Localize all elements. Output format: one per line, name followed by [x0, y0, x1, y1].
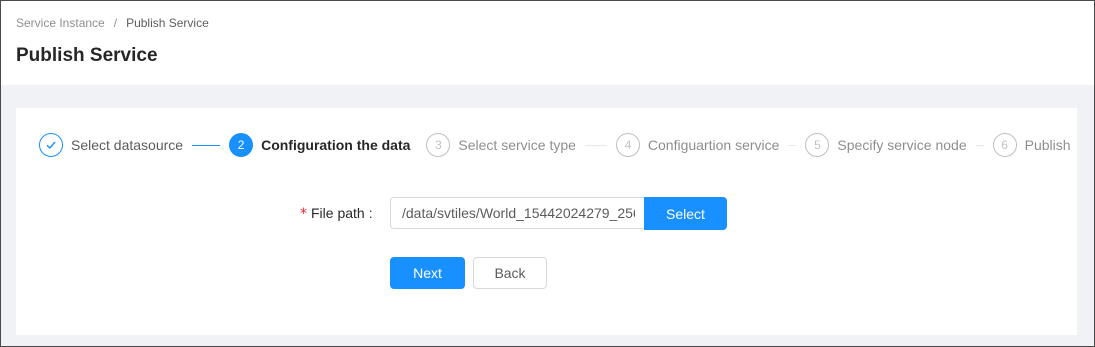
- file-path-input[interactable]: [390, 197, 646, 229]
- step-connector: [192, 144, 221, 146]
- step-label: Select service type: [458, 137, 576, 153]
- step-configuration-service[interactable]: 4 Configuartion service: [615, 133, 780, 157]
- breadcrumb-item-service-instance[interactable]: Service Instance: [16, 16, 105, 30]
- required-mark: *: [300, 206, 307, 222]
- step-specify-service-node[interactable]: 5 Specify service node: [805, 133, 967, 157]
- page-title: Publish Service: [16, 45, 158, 66]
- step-configuration-data[interactable]: 2 Configuration the data: [229, 133, 410, 157]
- next-button[interactable]: Next: [390, 257, 465, 289]
- step-number-badge: 6: [992, 133, 1017, 157]
- step-connector: [584, 144, 607, 146]
- publish-form-card: Select datasource 2 Configuration the da…: [16, 108, 1077, 335]
- step-label: Specify service node: [837, 137, 967, 153]
- breadcrumb-separator: /: [113, 16, 118, 30]
- step-label: Configuartion service: [647, 137, 780, 153]
- steps-bar: Select datasource 2 Configuration the da…: [39, 133, 1071, 157]
- step-number-badge: 3: [426, 133, 451, 157]
- breadcrumb: Service Instance / Publish Service: [16, 16, 209, 30]
- label-colon: :: [368, 205, 373, 221]
- step-label: Select datasource: [71, 137, 184, 153]
- back-button[interactable]: Back: [473, 257, 547, 289]
- step-connector: [975, 144, 984, 146]
- select-button[interactable]: Select: [644, 197, 727, 230]
- breadcrumb-item-publish-service: Publish Service: [126, 16, 209, 30]
- step-number-badge: 2: [229, 133, 254, 157]
- step-label: Configuration the data: [261, 137, 411, 153]
- step-publish[interactable]: 6 Publish: [992, 133, 1071, 157]
- step-select-service-type[interactable]: 3 Select service type: [426, 133, 576, 157]
- check-icon: [39, 133, 63, 157]
- step-number-badge: 5: [805, 133, 830, 157]
- page-header: Service Instance / Publish Service Publi…: [1, 1, 1094, 85]
- step-select-datasource[interactable]: Select datasource: [39, 133, 183, 157]
- step-number-badge: 4: [615, 133, 640, 157]
- step-connector: [788, 144, 797, 146]
- file-path-label-text: File path: [311, 205, 365, 221]
- file-path-label: * File path:: [300, 205, 373, 222]
- step-label: Publish: [1024, 137, 1071, 153]
